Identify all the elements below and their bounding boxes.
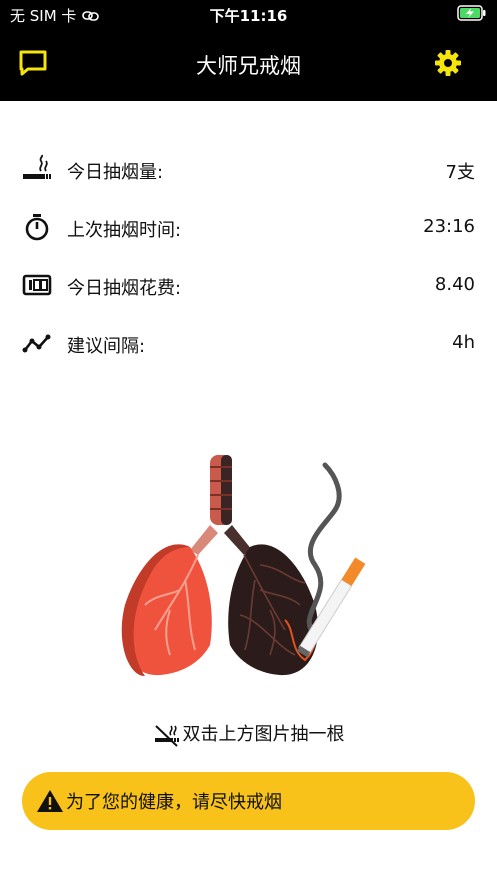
stat-row-last-time: 上次抽烟时间: 23:16 — [0, 198, 497, 256]
double-tap-hint: 双击上方图片抽一根 — [0, 720, 497, 748]
stopwatch-icon — [25, 214, 49, 241]
stat-label: 上次抽烟时间: — [67, 220, 182, 241]
clock: 下午11:16 — [209, 7, 288, 25]
hint-text: 双击上方图片抽一根 — [182, 724, 345, 745]
no-smoking-icon — [154, 725, 179, 747]
page-title: 大师兄戒烟 — [196, 54, 301, 78]
stat-label: 今日抽烟量: — [67, 162, 164, 183]
banner-text: 为了您的健康，请尽快戒烟 — [66, 792, 282, 813]
status-bar: 无 SIM 卡 下午11:16 — [0, 0, 497, 28]
stat-value: 4h — [452, 332, 475, 353]
stat-row-daily-cost: 今日抽烟花费: 8.40 — [0, 256, 497, 314]
lungs-illustration[interactable] — [110, 455, 390, 690]
health-warning-banner: 为了您的健康，请尽快戒烟 — [22, 772, 475, 830]
cigarette-smoke-icon — [23, 154, 51, 179]
trend-line-icon — [22, 334, 51, 353]
stat-label: 今日抽烟花费: — [67, 278, 182, 299]
stats-list: 今日抽烟量: 7支 上次抽烟时间: 23:16 今日抽烟花费: 8.40 建议间… — [0, 140, 497, 372]
stat-label: 建议间隔: — [67, 336, 146, 357]
trachea — [190, 455, 252, 555]
nav-bar: 大师兄戒烟 — [0, 28, 497, 101]
stat-value: 8.40 — [434, 274, 475, 295]
counter-icon — [22, 274, 52, 296]
gear-icon[interactable] — [433, 48, 463, 78]
warning-icon — [37, 790, 63, 812]
battery-icon — [457, 5, 487, 25]
healthy-lung — [121, 544, 212, 677]
stat-row-interval: 建议间隔: 4h — [0, 314, 497, 372]
stat-value: 23:16 — [423, 216, 475, 237]
stat-value: 7支 — [445, 162, 475, 183]
stat-row-daily-count: 今日抽烟量: 7支 — [0, 140, 497, 198]
